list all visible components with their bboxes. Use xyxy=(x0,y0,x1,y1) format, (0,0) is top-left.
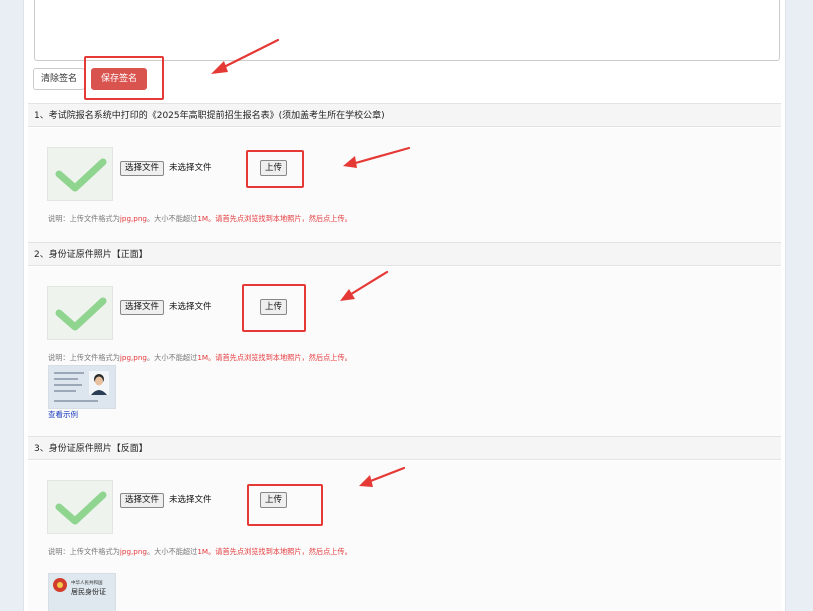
section-3-body: 选择文件 未选择文件 上传 说明：上传文件格式为jpg,png。大小不能超过1M… xyxy=(28,461,781,611)
section-1-body: 选择文件 未选择文件 上传 说明：上传文件格式为jpg,png。大小不能超过1M… xyxy=(28,128,781,242)
id-back-sample-image[interactable]: 中华人民共和国 居民身份证 xyxy=(48,573,116,611)
section-2-body: 选择文件 未选择文件 上传 说明：上传文件格式为jpg,png。大小不能超过1M… xyxy=(28,267,781,437)
choose-file-button[interactable]: 选择文件 xyxy=(120,161,165,176)
upload-form-panel: 清除签名 保存签名 1、考试院报名系统中打印的《2025年高职提前招生报名表》(… xyxy=(23,0,786,611)
view-sample-link[interactable]: 查看示例 xyxy=(48,409,78,420)
upload-preview-thumbnail xyxy=(47,480,113,534)
file-status-label: 未选择文件 xyxy=(169,163,212,173)
upload-note: 说明：上传文件格式为jpg,png。大小不能超过1M。请首先点浏览找到本地照片，… xyxy=(48,353,352,362)
choose-file-button[interactable]: 选择文件 xyxy=(120,493,165,508)
id-card-back-picture: 中华人民共和国 居民身份证 xyxy=(49,574,115,611)
check-icon xyxy=(55,297,107,331)
signature-canvas[interactable] xyxy=(34,0,780,61)
id-back-line2: 居民身份证 xyxy=(71,587,106,596)
file-status-label: 未选择文件 xyxy=(169,302,212,312)
section-1-title: 1、考试院报名系统中打印的《2025年高职提前招生报名表》(须加盖考生所在学校公… xyxy=(28,103,781,127)
id-back-line1: 中华人民共和国 xyxy=(71,579,103,586)
upload-button[interactable]: 上传 xyxy=(260,299,288,315)
section-2-title: 2、身份证原件照片【正面】 xyxy=(28,242,781,266)
upload-preview-thumbnail xyxy=(47,286,113,340)
id-front-sample-image[interactable] xyxy=(48,365,116,409)
id-card-front-picture xyxy=(49,366,115,408)
choose-file-button[interactable]: 选择文件 xyxy=(120,300,165,315)
upload-preview-thumbnail xyxy=(47,147,113,201)
check-icon xyxy=(55,158,107,192)
upload-note: 说明：上传文件格式为jpg,png。大小不能超过1M。请首先点浏览找到本地照片，… xyxy=(48,547,352,556)
upload-button[interactable]: 上传 xyxy=(260,160,288,176)
check-icon xyxy=(55,491,107,525)
clear-signature-button[interactable]: 清除签名 xyxy=(33,68,86,90)
save-signature-button[interactable]: 保存签名 xyxy=(91,68,148,90)
section-3-title: 3、身份证原件照片【反面】 xyxy=(28,436,781,460)
upload-note: 说明：上传文件格式为jpg,png。大小不能超过1M。请首先点浏览找到本地照片，… xyxy=(48,214,352,223)
file-status-label: 未选择文件 xyxy=(169,495,212,505)
upload-button[interactable]: 上传 xyxy=(260,492,288,508)
